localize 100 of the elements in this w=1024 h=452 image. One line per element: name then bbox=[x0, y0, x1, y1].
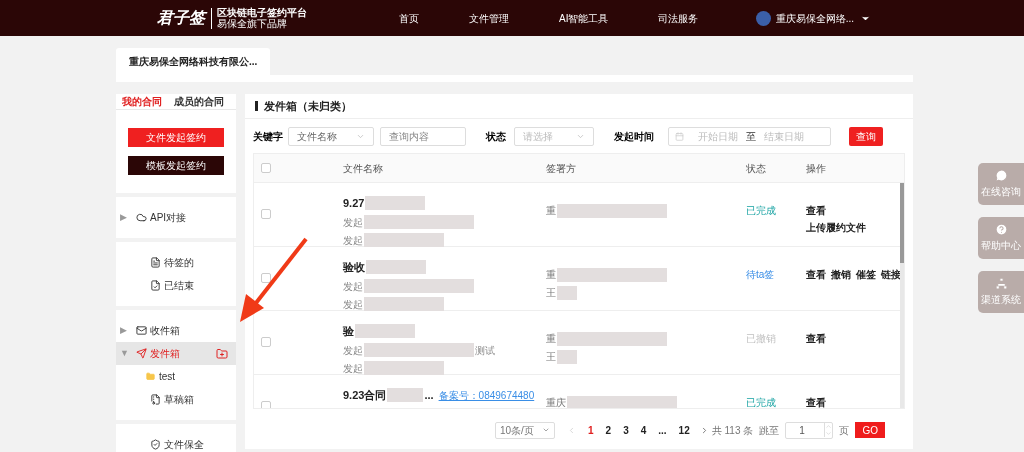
file-name[interactable]: 验收 bbox=[343, 259, 365, 276]
page-unit: 页 bbox=[839, 423, 850, 438]
sidebar-tab[interactable]: 成员的合同 bbox=[174, 94, 224, 109]
paper-plane-icon bbox=[136, 348, 147, 359]
folder-item[interactable]: test bbox=[159, 369, 176, 384]
logo-tagline: 易保全旗下品牌 bbox=[217, 18, 287, 29]
decrement-icon[interactable] bbox=[825, 430, 833, 437]
checkbox[interactable] bbox=[261, 337, 271, 347]
calendar-icon bbox=[675, 131, 684, 141]
user-name[interactable]: 重庆易保全网络... bbox=[775, 10, 854, 26]
sidebar-item[interactable]: 已结束 bbox=[116, 274, 236, 297]
action-link[interactable]: 上传履约文件 bbox=[806, 220, 866, 235]
signer-text: 重 bbox=[546, 332, 556, 346]
cloud-icon bbox=[136, 212, 147, 223]
keyword-input[interactable]: 查询内容 bbox=[380, 126, 466, 146]
page-size-select[interactable]: 10条/页 bbox=[495, 421, 555, 439]
blurred-text-placeholder bbox=[557, 349, 577, 364]
blurred-text-placeholder bbox=[355, 324, 415, 339]
name-ellipsis: ... bbox=[424, 388, 434, 403]
sidebar-item[interactable]: 草稿箱 bbox=[116, 388, 236, 411]
filter-label: 关键字 bbox=[253, 129, 283, 144]
file-detail-text: 测试 bbox=[475, 343, 495, 358]
action-link[interactable]: 查看 bbox=[806, 267, 826, 282]
checkbox[interactable] bbox=[261, 163, 271, 173]
file-name[interactable]: 9.23合同 bbox=[343, 387, 387, 404]
action-link[interactable]: 查看 bbox=[806, 203, 826, 218]
add-folder-icon[interactable] bbox=[216, 347, 228, 360]
filter-label: 状态 bbox=[486, 129, 506, 144]
signer-text: 王 bbox=[546, 286, 556, 300]
page-number[interactable]: 12 bbox=[678, 422, 690, 438]
avatar[interactable] bbox=[755, 10, 771, 26]
logo-subtitle: 区块链电子签约平台 bbox=[217, 7, 307, 18]
action-link[interactable]: 链接 bbox=[881, 267, 901, 282]
column-header: 状态 bbox=[746, 161, 767, 176]
chevron-down-icon bbox=[542, 426, 550, 434]
signer-text: 王 bbox=[546, 350, 556, 364]
filter-label: 发起时间 bbox=[614, 129, 654, 144]
company-tab[interactable]: 重庆易保全网络科技有限公... bbox=[116, 48, 271, 75]
increment-icon[interactable] bbox=[825, 423, 833, 430]
action-link[interactable]: 查看 bbox=[806, 331, 826, 346]
previous-page-icon[interactable] bbox=[567, 425, 576, 435]
sidebar-item-label: 草稿箱 bbox=[164, 393, 194, 407]
signer-text: 重 bbox=[546, 268, 556, 282]
jump-label: 跳至 bbox=[759, 423, 780, 438]
page-jump-field[interactable]: 1 bbox=[785, 421, 834, 439]
blurred-text-placeholder bbox=[365, 196, 426, 211]
envelope-icon bbox=[136, 325, 147, 336]
keyword-type-select[interactable]: 文件名称 bbox=[288, 126, 374, 146]
shield-icon bbox=[150, 439, 161, 450]
checkbox[interactable] bbox=[261, 273, 271, 283]
total-count: 共 113 条 bbox=[711, 423, 754, 438]
nav-link[interactable]: 文件管理 bbox=[469, 10, 509, 26]
page-number[interactable]: 3 bbox=[623, 422, 629, 438]
sidebar-item[interactable]: ▼ 发件箱 bbox=[116, 342, 236, 365]
file-detail-text: 发起 bbox=[343, 361, 363, 376]
signer-text: 重庆 bbox=[546, 396, 566, 408]
page-number[interactable]: 4 bbox=[640, 422, 647, 438]
status-text: 待ta签 bbox=[746, 268, 776, 282]
start-signing-button[interactable]: 模板发起签约 bbox=[128, 156, 224, 175]
search-button[interactable]: 查询 bbox=[849, 126, 883, 146]
checkbox[interactable] bbox=[261, 209, 271, 219]
blurred-text-placeholder bbox=[366, 260, 426, 275]
action-link[interactable]: 撤销 bbox=[831, 267, 851, 282]
page-number[interactable]: ... bbox=[658, 422, 667, 438]
sidebar-item-label: 收件箱 bbox=[150, 324, 180, 338]
file-detail-text: 发起 bbox=[343, 233, 363, 248]
sidebar-item[interactable]: ▶ 收件箱 bbox=[116, 319, 236, 342]
action-link[interactable]: 催签 bbox=[856, 267, 876, 282]
select-value: 文件名称 bbox=[297, 129, 337, 144]
select-value: 10条/页 bbox=[500, 423, 534, 438]
nav-link[interactable]: 首页 bbox=[399, 10, 419, 26]
signer-text: 重 bbox=[546, 204, 556, 218]
start-signing-button[interactable]: 文件发起签约 bbox=[128, 128, 224, 147]
sidebar-item[interactable]: 待签的 bbox=[116, 251, 236, 274]
help-icon bbox=[994, 223, 1008, 236]
page-jump-value: 1 bbox=[799, 423, 805, 438]
status-text: 已完成 bbox=[746, 396, 777, 408]
status-text: 已完成 bbox=[746, 204, 777, 218]
file-name[interactable]: 验 bbox=[343, 323, 354, 340]
column-header: 签署方 bbox=[546, 161, 577, 176]
sidebar-item[interactable]: ▶ API对接 bbox=[116, 206, 236, 229]
nav-link[interactable]: 司法服务 bbox=[658, 10, 699, 26]
folder-icon bbox=[146, 372, 155, 381]
file-name[interactable]: 9.27 bbox=[343, 195, 365, 212]
page-number[interactable]: 2 bbox=[605, 422, 612, 438]
sidebar-item[interactable]: 文件保全 bbox=[116, 433, 236, 452]
page-number[interactable]: 1 bbox=[588, 422, 594, 438]
checkbox[interactable] bbox=[261, 401, 271, 408]
hierarchy-icon bbox=[994, 277, 1008, 290]
status-text: 已撤销 bbox=[746, 332, 777, 346]
go-button[interactable]: GO bbox=[855, 422, 886, 438]
action-link[interactable]: 查看 bbox=[806, 395, 826, 408]
record-number-link[interactable]: 备案号：0849674480 bbox=[438, 387, 535, 403]
document-icon bbox=[150, 257, 161, 268]
document-check-icon bbox=[150, 280, 161, 291]
blurred-text-placeholder bbox=[387, 388, 424, 403]
nav-link[interactable]: AI智能工具 bbox=[559, 10, 609, 26]
file-detail-text: 发起 bbox=[343, 297, 363, 312]
panel-title: 发件箱（未归类） bbox=[264, 98, 352, 114]
sidebar-tab[interactable]: 我的合同 bbox=[122, 94, 162, 109]
